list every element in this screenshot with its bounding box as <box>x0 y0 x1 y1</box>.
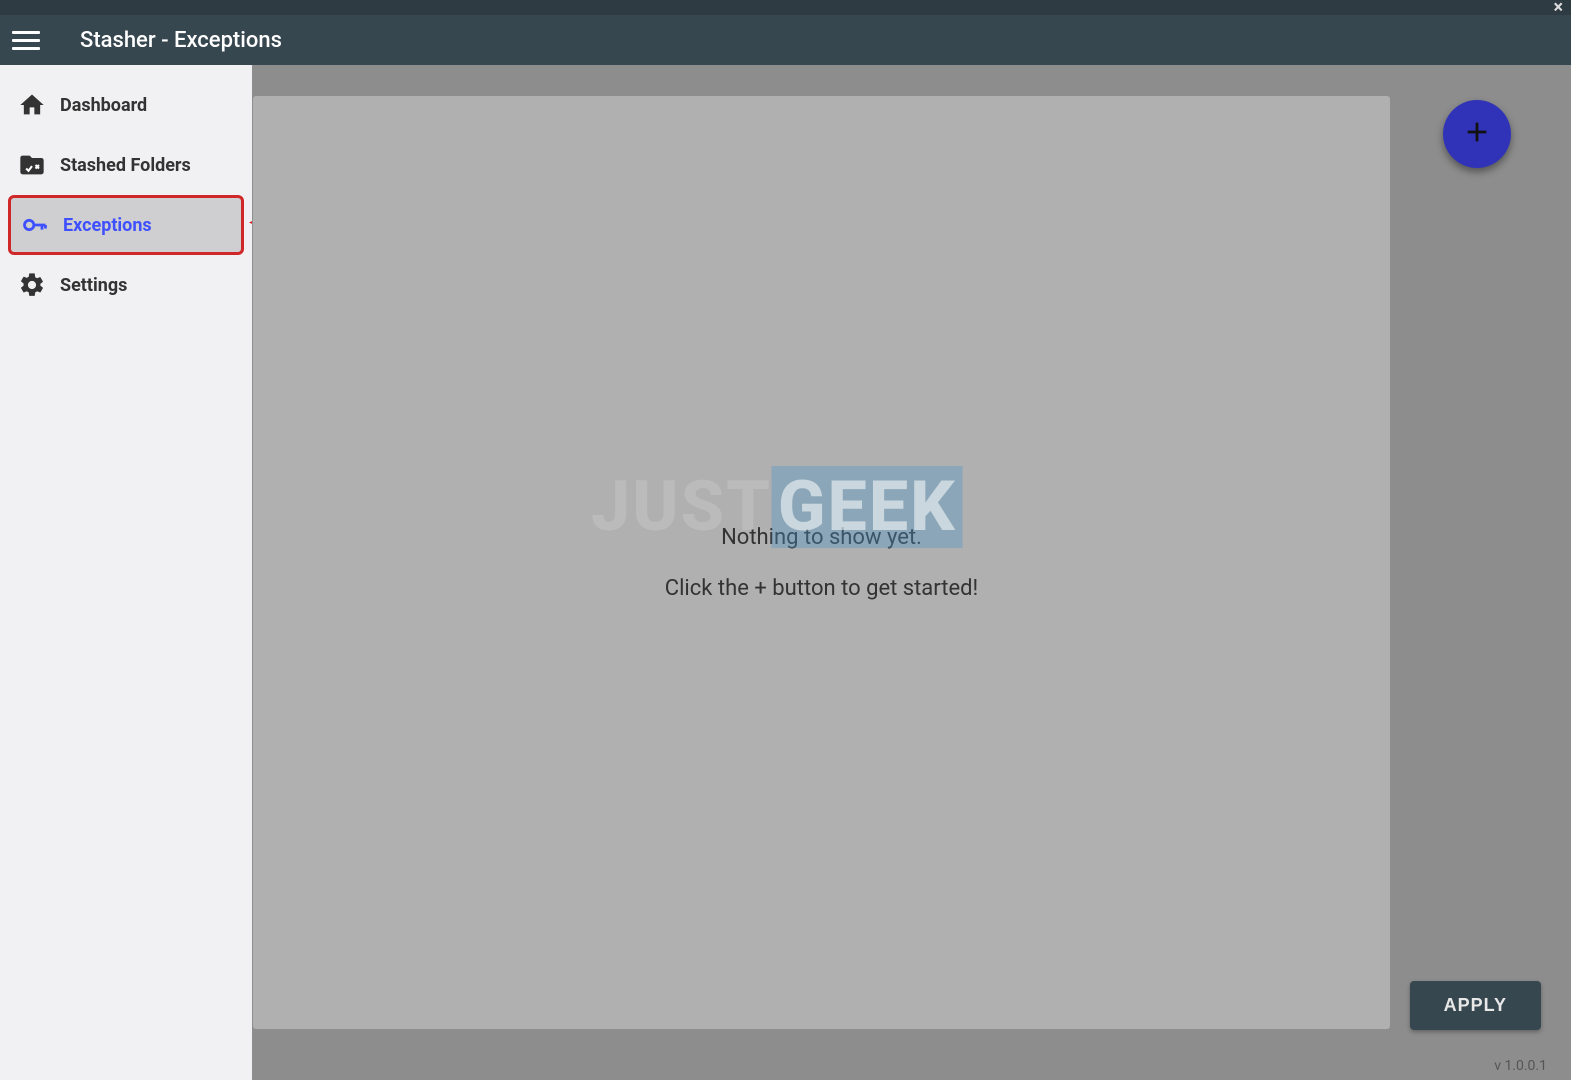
sidebar-item-exceptions[interactable]: Exceptions <box>8 195 244 255</box>
folder-check-x-icon <box>18 151 46 179</box>
sidebar-item-label: Dashboard <box>60 95 147 116</box>
sidebar-item-settings[interactable]: Settings <box>0 255 252 315</box>
sidebar-item-label: Stashed Folders <box>60 155 191 176</box>
body-area: Dashboard Stashed Folders Exceptions Set… <box>0 65 1571 1080</box>
empty-state-line1: Nothing to show yet. <box>721 525 922 550</box>
app-bar: Stasher - Exceptions <box>0 15 1571 65</box>
add-button[interactable] <box>1443 100 1511 168</box>
sidebar: Dashboard Stashed Folders Exceptions Set… <box>0 65 252 1080</box>
app-title: Stasher - Exceptions <box>80 28 282 53</box>
gear-icon <box>18 271 46 299</box>
empty-state-line2: Click the + button to get started! <box>665 576 978 601</box>
key-icon <box>21 211 49 239</box>
hamburger-menu-button[interactable] <box>12 26 40 54</box>
window-titlebar: × <box>0 0 1571 15</box>
version-label: v 1.0.0.1 <box>1494 1058 1547 1074</box>
plus-icon <box>1463 118 1491 150</box>
content-card: JUSTGEEK Nothing to show yet. Click the … <box>252 95 1391 1030</box>
apply-button[interactable]: APPLY <box>1410 981 1541 1030</box>
sidebar-item-label: Settings <box>60 275 127 296</box>
sidebar-item-dashboard[interactable]: Dashboard <box>0 75 252 135</box>
sidebar-item-stashed-folders[interactable]: Stashed Folders <box>0 135 252 195</box>
close-icon[interactable]: × <box>1553 0 1563 15</box>
home-icon <box>18 91 46 119</box>
main-content: JUSTGEEK Nothing to show yet. Click the … <box>252 65 1571 1080</box>
sidebar-item-label: Exceptions <box>63 215 152 236</box>
